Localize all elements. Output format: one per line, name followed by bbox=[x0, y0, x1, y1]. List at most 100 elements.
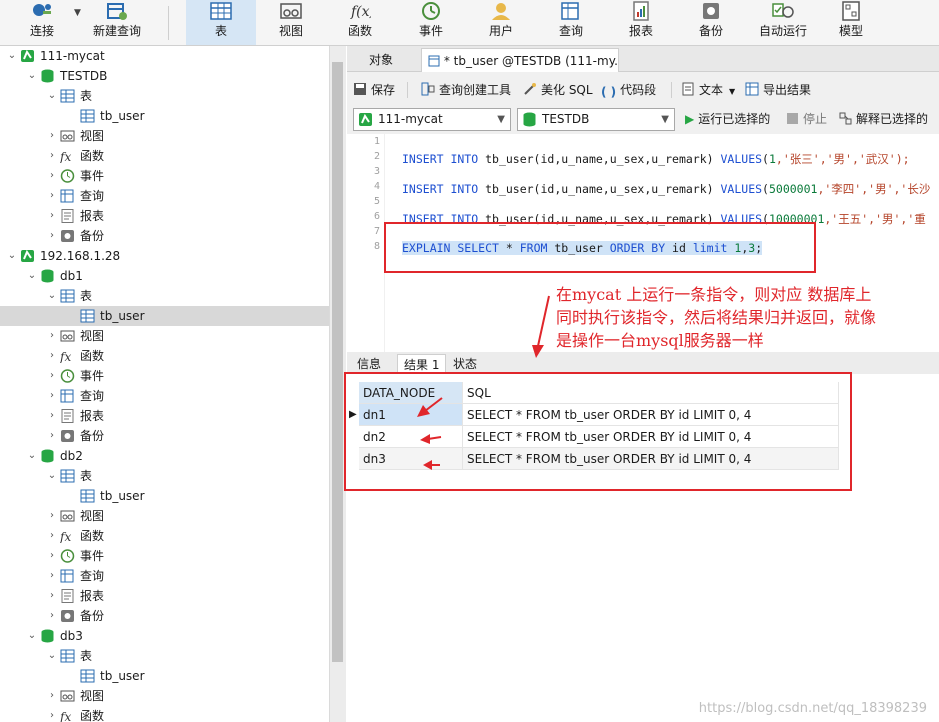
chevron-right-icon[interactable]: › bbox=[46, 326, 58, 346]
tree-item[interactable]: › 报表 bbox=[0, 586, 329, 606]
sidebar-scrollbar-thumb[interactable] bbox=[332, 62, 343, 662]
chevron-down-icon[interactable]: ⌄ bbox=[6, 246, 18, 266]
view-icon bbox=[280, 3, 302, 19]
chevron-down-icon[interactable]: ⌄ bbox=[6, 46, 18, 66]
connect-button[interactable]: 连接 bbox=[14, 0, 70, 45]
tree-item[interactable]: tb_user bbox=[0, 306, 329, 326]
tree-item[interactable]: › 视图 bbox=[0, 326, 329, 346]
tab-query[interactable]: * tb_user @TESTDB (111-my... bbox=[421, 48, 619, 72]
chevron-right-icon[interactable]: › bbox=[46, 426, 58, 446]
tree-item[interactable]: › fx 函数 bbox=[0, 346, 329, 366]
database-icon bbox=[523, 112, 536, 127]
save-button[interactable]: 保存 bbox=[353, 78, 395, 102]
text-mode-button[interactable]: 文本 ▼ bbox=[681, 78, 735, 102]
chevron-down-icon[interactable]: ⌄ bbox=[46, 86, 58, 106]
connect-dropdown[interactable]: ▼ bbox=[72, 0, 84, 45]
chevron-down-icon[interactable]: ⌄ bbox=[26, 446, 38, 466]
tree-item[interactable]: ⌄ 表 bbox=[0, 646, 329, 666]
table-icon bbox=[210, 2, 232, 20]
chevron-right-icon[interactable]: › bbox=[46, 566, 58, 586]
tab-status[interactable]: 状态 bbox=[447, 354, 483, 374]
tab-result-1[interactable]: 结果 1 bbox=[397, 354, 447, 374]
chevron-down-icon[interactable]: ⌄ bbox=[46, 286, 58, 306]
chevron-right-icon[interactable]: › bbox=[46, 406, 58, 426]
tree-item[interactable]: ⌄ 111-mycat bbox=[0, 46, 329, 66]
autorun-button[interactable]: 自动运行 bbox=[748, 0, 818, 45]
chevron-right-icon[interactable]: › bbox=[46, 506, 58, 526]
run-selected-button[interactable]: ▶ 运行已选择的 bbox=[685, 108, 770, 131]
function-button[interactable]: f(x) 函数 bbox=[326, 0, 394, 45]
chevron-right-icon[interactable]: › bbox=[46, 146, 58, 166]
tree-item[interactable]: ⌄ db1 bbox=[0, 266, 329, 286]
chevron-right-icon[interactable]: › bbox=[46, 686, 58, 706]
chevron-right-icon[interactable]: › bbox=[46, 126, 58, 146]
chevron-right-icon[interactable]: › bbox=[46, 606, 58, 626]
tree-item[interactable]: › 事件 bbox=[0, 366, 329, 386]
tree-item[interactable]: ⌄ 表 bbox=[0, 86, 329, 106]
explain-selected-button[interactable]: 解释已选择的 bbox=[839, 108, 928, 131]
chevron-right-icon[interactable]: › bbox=[46, 546, 58, 566]
user-button[interactable]: 用户 bbox=[468, 0, 534, 45]
tree-item[interactable]: › fx 函数 bbox=[0, 526, 329, 546]
tree-item[interactable]: ⌄ db3 bbox=[0, 626, 329, 646]
tree-item[interactable]: › 备份 bbox=[0, 226, 329, 246]
tab-objects[interactable]: 对象 bbox=[363, 48, 399, 72]
chevron-down-icon[interactable]: ⌄ bbox=[26, 66, 38, 86]
tree-item[interactable]: › 报表 bbox=[0, 406, 329, 426]
tree-item[interactable]: › 视图 bbox=[0, 126, 329, 146]
tree-item[interactable]: › 事件 bbox=[0, 166, 329, 186]
function-icon: fx bbox=[60, 710, 71, 722]
chevron-down-icon[interactable]: ⌄ bbox=[26, 626, 38, 646]
report-button[interactable]: 报表 bbox=[608, 0, 674, 45]
model-button[interactable]: 模型 bbox=[820, 0, 882, 45]
chevron-right-icon[interactable]: › bbox=[46, 226, 58, 246]
tree-item[interactable]: › 备份 bbox=[0, 426, 329, 446]
chevron-right-icon[interactable]: › bbox=[46, 586, 58, 606]
new-query-button[interactable]: 新建查询 bbox=[86, 0, 148, 45]
tree-item[interactable]: ⌄ 表 bbox=[0, 286, 329, 306]
tree-item[interactable]: ⌄ 192.168.1.28 bbox=[0, 246, 329, 266]
tree-item[interactable]: › fx 函数 bbox=[0, 706, 329, 722]
tree-item[interactable]: › 事件 bbox=[0, 546, 329, 566]
tree-item[interactable]: ⌄ TESTDB bbox=[0, 66, 329, 86]
query-button[interactable]: 查询 bbox=[536, 0, 606, 45]
chevron-right-icon[interactable]: › bbox=[46, 706, 58, 722]
connection-select[interactable]: 111-mycat ▼ bbox=[353, 108, 511, 131]
chevron-right-icon[interactable]: › bbox=[46, 166, 58, 186]
chevron-down-icon[interactable]: ⌄ bbox=[46, 646, 58, 666]
chevron-right-icon[interactable]: › bbox=[46, 206, 58, 226]
result-tabbar: 信息 结果 1 状态 bbox=[347, 352, 939, 374]
tree-item[interactable]: › 报表 bbox=[0, 206, 329, 226]
chevron-down-icon[interactable]: ⌄ bbox=[26, 266, 38, 286]
tree-item[interactable]: › 查询 bbox=[0, 566, 329, 586]
event-button[interactable]: 事件 bbox=[396, 0, 466, 45]
tree-item-label: 查询 bbox=[80, 569, 105, 583]
chevron-right-icon[interactable]: › bbox=[46, 186, 58, 206]
code-snippet-button[interactable]: ( ) 代码段 bbox=[601, 78, 656, 102]
tree-item[interactable]: ⌄ 表 bbox=[0, 466, 329, 486]
tree-item[interactable]: › 视图 bbox=[0, 506, 329, 526]
chevron-right-icon[interactable]: › bbox=[46, 386, 58, 406]
tree-item[interactable]: › 视图 bbox=[0, 686, 329, 706]
beautify-sql-button[interactable]: 美化 SQL bbox=[523, 78, 593, 102]
chevron-right-icon[interactable]: › bbox=[46, 526, 58, 546]
tree-item[interactable]: › 查询 bbox=[0, 186, 329, 206]
chevron-right-icon[interactable]: › bbox=[46, 366, 58, 386]
stop-button[interactable]: 停止 bbox=[787, 108, 827, 131]
database-select[interactable]: TESTDB ▼ bbox=[517, 108, 675, 131]
tree-item[interactable]: tb_user bbox=[0, 106, 329, 126]
backup-button[interactable]: 备份 bbox=[676, 0, 746, 45]
tree-item[interactable]: ⌄ db2 bbox=[0, 446, 329, 466]
tree-item[interactable]: › 查询 bbox=[0, 386, 329, 406]
chevron-down-icon[interactable]: ⌄ bbox=[46, 466, 58, 486]
query-builder-button[interactable]: 查询创建工具 bbox=[421, 78, 511, 102]
export-results-button[interactable]: 导出结果 bbox=[745, 78, 811, 102]
tree-item[interactable]: tb_user bbox=[0, 666, 329, 686]
tab-info[interactable]: 信息 bbox=[351, 354, 387, 374]
tree-item[interactable]: › 备份 bbox=[0, 606, 329, 626]
view-button[interactable]: 视图 bbox=[258, 0, 324, 45]
tree-item[interactable]: › fx 函数 bbox=[0, 146, 329, 166]
tree-item[interactable]: tb_user bbox=[0, 486, 329, 506]
chevron-right-icon[interactable]: › bbox=[46, 346, 58, 366]
table-button[interactable]: 表 bbox=[186, 0, 256, 45]
